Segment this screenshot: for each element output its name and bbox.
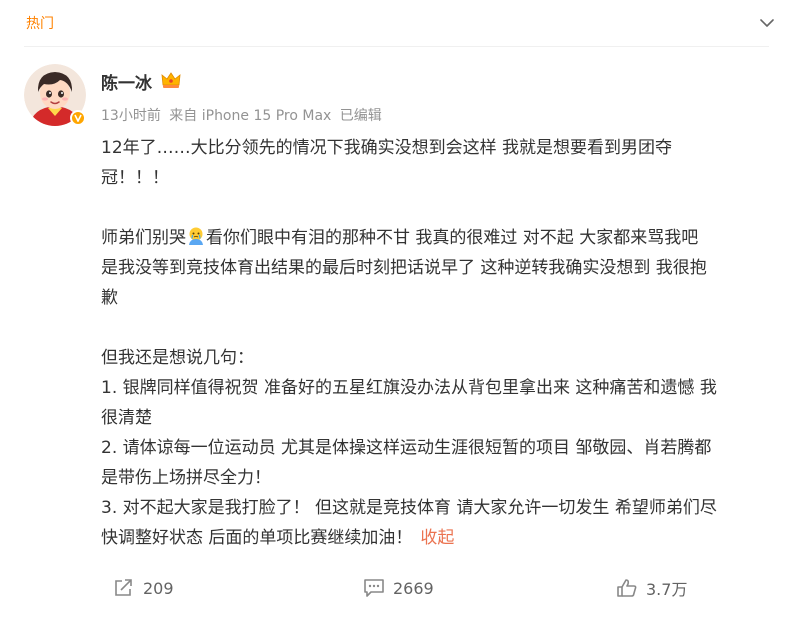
content-line: 3. 对不起大家是我打脸了！ 但这就是竞技体育 请大家允许一切发生 希望师弟们尽 <box>101 498 717 518</box>
share-count: 209 <box>143 578 174 598</box>
content-line: 2. 请体谅每一位运动员 尤其是体操这样运动生涯很短暂的项目 邹敬园、肖若腾都 <box>101 438 712 458</box>
action-bar: 209 2669 3.7万 <box>0 568 791 608</box>
author-name[interactable]: 陈一冰 <box>101 69 152 94</box>
share-button[interactable]: 209 <box>113 568 174 608</box>
post-content: 12年了……大比分领先的情况下我确实没想到会这样 我就是想要看到男团夺 冠！！！… <box>101 133 771 553</box>
share-icon <box>115 579 132 596</box>
content-blank-line <box>101 193 771 223</box>
like-button[interactable]: 3.7万 <box>616 568 687 608</box>
comment-count: 2669 <box>393 578 434 598</box>
top-bar: 热门 <box>0 0 791 46</box>
post-time[interactable]: 13小时前 <box>101 108 161 124</box>
content-line: 很清楚 <box>101 408 152 428</box>
content-line-part: 快调整好状态 后面的单项比赛继续加油！ <box>101 528 413 548</box>
content-line-part: 看你们眼中有泪的那种不甘 我真的很难过 对不起 大家都来骂我吧 <box>206 228 699 248</box>
crown-icon <box>161 72 181 88</box>
chevron-down-icon[interactable] <box>758 14 776 32</box>
comment-button[interactable]: 2669 <box>363 568 434 608</box>
hot-section-label: 热门 <box>26 16 54 32</box>
edited-label[interactable]: 已编辑 <box>340 108 382 124</box>
post-meta: 13小时前 来自 iPhone 15 Pro Max 已编辑 <box>101 105 386 125</box>
weibo-post-card: 热门 陈一冰 13小时前 来自 iPhone 15 Pro Max 已编辑 12… <box>0 0 791 619</box>
content-blank-line <box>101 313 771 343</box>
comment-icon <box>364 579 384 597</box>
like-count: 3.7万 <box>646 580 688 599</box>
content-line: 但我还是想说几句： <box>101 348 254 368</box>
avatar[interactable] <box>24 64 86 126</box>
content-line-part: 师弟们别哭 <box>101 228 186 248</box>
collapse-link[interactable]: 收起 <box>420 528 454 548</box>
content-line: 12年了……大比分领先的情况下我确实没想到会这样 我就是想要看到男团夺 <box>101 138 673 158</box>
content-line: 1. 银牌同样值得祝贺 准备好的五星红旗没办法从背包里拿出来 这种痛苦和遗憾 我 <box>101 378 717 398</box>
crying-emoji-icon <box>189 227 203 245</box>
post-source: 来自 iPhone 15 Pro Max <box>169 108 332 124</box>
content-line: 快调整好状态 后面的单项比赛继续加油！ 收起 <box>101 523 771 553</box>
content-line: 是我没等到竞技体育出结果的最后时刻把话说早了 这种逆转我确实没想到 我很抱 <box>101 258 707 278</box>
content-line: 是带伤上场拼尽全力！ <box>101 468 271 488</box>
header-divider <box>24 46 769 47</box>
content-line: 师弟们别哭 看你们眼中有泪的那种不甘 我真的很难过 对不起 大家都来骂我吧 <box>101 223 771 253</box>
thumbs-up-icon <box>617 579 637 597</box>
verified-badge-icon <box>70 110 86 126</box>
content-line: 歉 <box>101 288 118 308</box>
content-line: 冠！！！ <box>101 168 169 188</box>
